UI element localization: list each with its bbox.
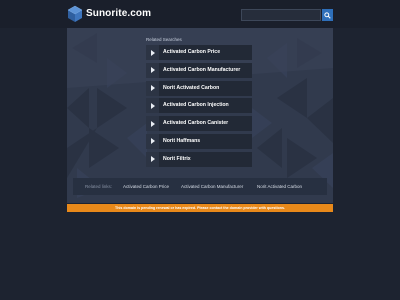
site-header: Sunorite.com [0, 0, 400, 28]
play-arrow-icon [146, 98, 159, 114]
play-arrow-icon [146, 80, 159, 96]
search-button[interactable] [322, 9, 333, 21]
search-icon [324, 11, 331, 19]
related-links-bar: Related links: Activated Carbon Price Ac… [73, 178, 327, 195]
related-link-label: Norit Filtrix [163, 155, 191, 162]
cube-logo-icon[interactable] [66, 5, 84, 23]
play-arrow-icon [146, 45, 159, 60]
related-link-label: Norit Activated Carbon [163, 84, 220, 91]
related-searches-heading: Related Searches [146, 37, 182, 42]
play-arrow-icon [146, 62, 159, 78]
related-link[interactable]: Activated Carbon Price [146, 45, 252, 60]
related-links-label: Related links: [85, 184, 113, 189]
play-arrow-icon [146, 133, 159, 149]
bottom-link[interactable]: Norit Activated Carbon [257, 178, 302, 195]
related-link[interactable]: Activated Carbon Canister [146, 116, 252, 132]
bottom-link[interactable]: Activated Carbon Price [123, 178, 169, 195]
domain-expired-notice: This domain is pending renewal or has ex… [67, 204, 333, 212]
related-links-list: Activated Carbon Price Activated Carbon … [146, 45, 252, 170]
related-link[interactable]: Norit Haffmans [146, 133, 252, 149]
related-link-label: Norit Haffmans [163, 137, 201, 144]
site-name[interactable]: Sunorite.com [86, 8, 151, 19]
related-link[interactable]: Activated Carbon Manufacturer [146, 62, 252, 78]
related-link-label: Activated Carbon Price [163, 49, 221, 55]
play-arrow-icon [146, 151, 159, 167]
search-input[interactable] [241, 9, 321, 21]
related-link[interactable]: Norit Activated Carbon [146, 80, 252, 96]
play-arrow-icon [146, 116, 159, 132]
main-panel: Related Searches Activated Carbon Price … [67, 28, 333, 203]
related-link[interactable]: Norit Filtrix [146, 151, 252, 167]
related-link[interactable]: Activated Carbon Injection [146, 98, 252, 114]
related-link-label: Activated Carbon Canister [163, 120, 229, 127]
bottom-link[interactable]: Activated Carbon Manufacturer [181, 178, 243, 195]
related-link-label: Activated Carbon Injection [163, 102, 229, 109]
related-link-label: Activated Carbon Manufacturer [163, 66, 241, 73]
